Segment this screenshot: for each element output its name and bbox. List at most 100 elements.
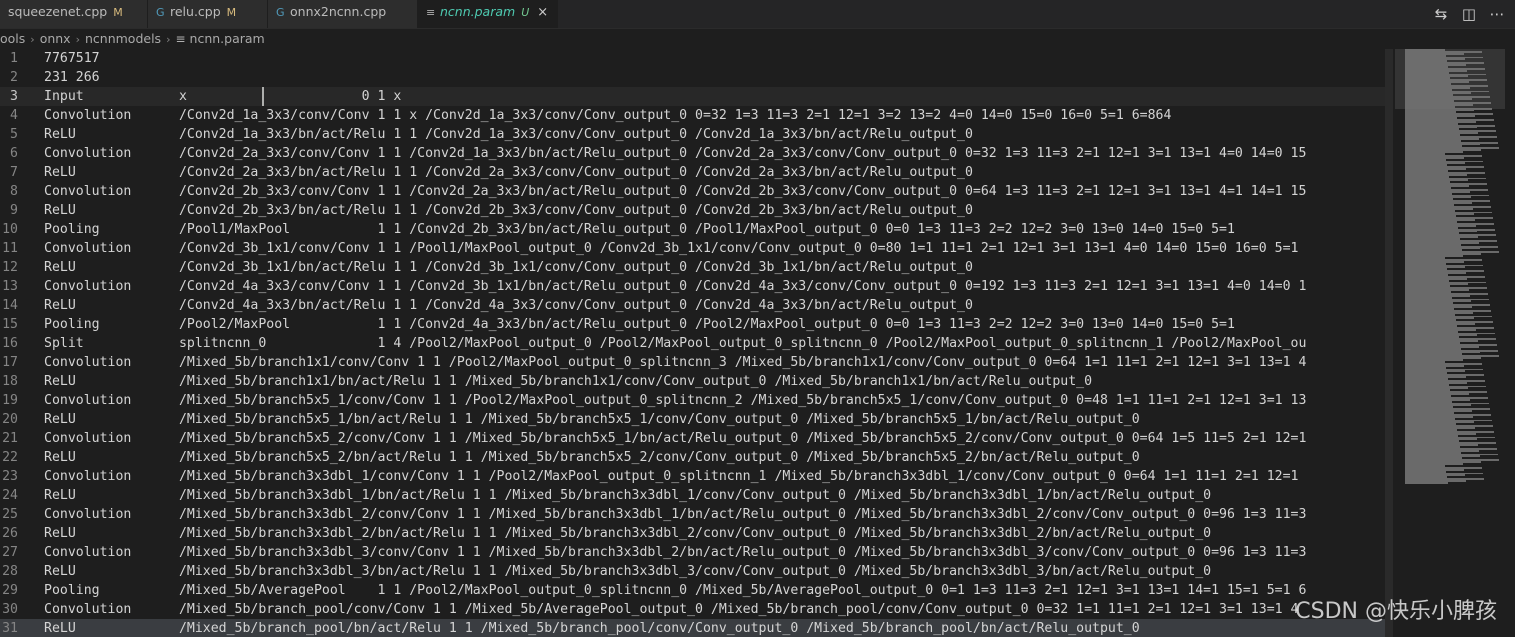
code-line[interactable]: 8 Convolution /Conv2d_2b_3x3/conv/Conv 1 … [0,182,1385,201]
line-text[interactable]: Convolution /Conv2d_3b_1x1/conv/Conv 1 1… [44,239,1298,258]
code-line[interactable]: 1 7767517 [0,49,1385,68]
code-line[interactable]: 22 ReLU /Mixed_5b/branch5x5_2/bn/act/Relu… [0,448,1385,467]
line-text[interactable]: ReLU /Mixed_5b/branch1x1/bn/act/Relu 1 1… [44,372,1092,391]
more-actions-icon[interactable]: ⋯ [1489,5,1505,23]
code-line[interactable]: 2 231 266 [0,68,1385,87]
code-line[interactable]: 18 ReLU /Mixed_5b/branch1x1/bn/act/Relu 1… [0,372,1385,391]
tab-bar: squeezenet.cpp M Grelu.cpp M Gonnx2ncnn.cp… [0,0,1515,29]
line-text[interactable]: Convolution /Mixed_5b/branch3x3dbl_1/con… [44,467,1298,486]
line-text[interactable]: Pooling /Mixed_5b/AveragePool 1 1 /Pool2… [44,581,1306,600]
line-text[interactable]: ReLU /Mixed_5b/branch5x5_1/bn/act/Relu 1… [44,410,1140,429]
line-text[interactable]: Split splitncnn_0 1 4 /Pool2/MaxPool_out… [44,334,1306,353]
line-number: 5 [10,127,18,142]
code-line[interactable]: 19 Convolution /Mixed_5b/branch5x5_1/conv… [0,391,1385,410]
code-line[interactable]: 28 ReLU /Mixed_5b/branch3x3dbl_3/bn/act/R… [0,562,1385,581]
line-text[interactable]: ReLU /Mixed_5b/branch5x5_2/bn/act/Relu 1… [44,448,1140,467]
line-text[interactable]: Convolution /Mixed_5b/branch3x3dbl_2/con… [44,505,1306,524]
line-number: 21 [2,431,18,446]
code-line[interactable]: 10 Pooling /Pool1/MaxPool 1 1 /Conv2d_2b_… [0,220,1385,239]
breadcrumb: ools › onnx › ncnnmodels › ≡ ncnn.param [0,29,1390,49]
code-line[interactable]: 23 Convolution /Mixed_5b/branch3x3dbl_1/c… [0,467,1385,486]
code-line[interactable]: 25 Convolution /Mixed_5b/branch3x3dbl_2/c… [0,505,1385,524]
line-text[interactable]: Convolution /Mixed_5b/branch_pool/conv/C… [44,600,1298,619]
file-lines-icon: ≡ [175,32,186,46]
line-number: 27 [2,545,18,560]
line-text[interactable]: ReLU /Conv2d_2b_3x3/bn/act/Relu 1 1 /Con… [44,201,973,220]
line-text[interactable]: 231 266 [44,68,100,87]
breadcrumb-item[interactable]: onnx [40,31,71,46]
line-number: 6 [10,146,18,161]
line-number: 13 [2,279,18,294]
line-text[interactable]: ReLU /Mixed_5b/branch3x3dbl_3/bn/act/Rel… [44,562,1211,581]
breadcrumb-item[interactable]: ncnn.param [190,31,265,46]
code-editor[interactable]: 1 7767517 2 231 266 3 Input x 0 1 x 4 Convoluti… [0,49,1385,637]
code-line[interactable]: 7 ReLU /Conv2d_2a_3x3/bn/act/Relu 1 1 /Co… [0,163,1385,182]
code-line[interactable]: 27 Convolution /Mixed_5b/branch3x3dbl_3/c… [0,543,1385,562]
code-line[interactable]: 6 Convolution /Conv2d_2a_3x3/conv/Conv 1 … [0,144,1385,163]
line-number: 15 [2,317,18,332]
tab-label: ncnn.param [440,4,516,19]
line-number: 2 [10,70,18,85]
line-text[interactable]: ReLU /Mixed_5b/branch3x3dbl_2/bn/act/Rel… [44,524,1211,543]
line-text[interactable]: ReLU /Conv2d_4a_3x3/bn/act/Relu 1 1 /Con… [44,296,973,315]
code-line[interactable]: 20 ReLU /Mixed_5b/branch5x5_1/bn/act/Relu… [0,410,1385,429]
split-editor-icon[interactable]: ◫ [1461,5,1477,23]
code-line[interactable]: 13 Convolution /Conv2d_4a_3x3/conv/Conv 1… [0,277,1385,296]
line-text[interactable]: ReLU /Mixed_5b/branch_pool/bn/act/Relu 1… [44,619,1140,637]
line-number: 24 [2,488,18,503]
line-text[interactable]: Convolution /Conv2d_1a_3x3/conv/Conv 1 1… [44,106,1171,125]
code-line[interactable]: 31 ReLU /Mixed_5b/branch_pool/bn/act/Relu… [0,619,1385,637]
code-line[interactable]: 17 Convolution /Mixed_5b/branch1x1/conv/C… [0,353,1385,372]
editor-actions: ⇆ ◫ ⋯ [1433,0,1515,28]
line-text[interactable]: Input x 0 1 x [44,87,401,106]
line-text[interactable]: ReLU /Conv2d_1a_3x3/bn/act/Relu 1 1 /Con… [44,125,973,144]
close-icon[interactable]: × [537,5,548,20]
line-text[interactable]: Convolution /Mixed_5b/branch1x1/conv/Con… [44,353,1306,372]
line-number: 4 [10,108,18,123]
line-text[interactable]: Convolution /Mixed_5b/branch5x5_1/conv/C… [44,391,1306,410]
tab-onnx2ncnn-cpp[interactable]: Gonnx2ncnn.cpp [268,0,418,28]
line-number: 28 [2,564,18,579]
code-line[interactable]: 26 ReLU /Mixed_5b/branch3x3dbl_2/bn/act/R… [0,524,1385,543]
code-line[interactable]: 5 ReLU /Conv2d_1a_3x3/bn/act/Relu 1 1 /Co… [0,125,1385,144]
line-number: 22 [2,450,18,465]
source-control-icon[interactable]: ⇆ [1433,5,1449,23]
tab-squeezenet-cpp[interactable]: squeezenet.cpp M [0,0,148,28]
minimap-slider[interactable] [1395,49,1505,109]
code-line[interactable]: 30 Convolution /Mixed_5b/branch_pool/conv… [0,600,1385,619]
tab-relu-cpp[interactable]: Grelu.cpp M [148,0,268,28]
line-number: 25 [2,507,18,522]
line-text[interactable]: Convolution /Conv2d_4a_3x3/conv/Conv 1 1… [44,277,1306,296]
chevron-right-icon: › [166,33,171,46]
line-text[interactable]: Convolution /Mixed_5b/branch5x5_2/conv/C… [44,429,1306,448]
code-line[interactable]: 9 ReLU /Conv2d_2b_3x3/bn/act/Relu 1 1 /Co… [0,201,1385,220]
file-lines-icon: ≡ [426,6,436,19]
minimap[interactable] [1395,49,1505,519]
untracked-badge: U [521,6,530,19]
code-line[interactable]: 21 Convolution /Mixed_5b/branch5x5_2/conv… [0,429,1385,448]
code-line[interactable]: 12 ReLU /Conv2d_3b_1x1/bn/act/Relu 1 1 /C… [0,258,1385,277]
line-text[interactable]: ReLU /Mixed_5b/branch3x3dbl_1/bn/act/Rel… [44,486,1211,505]
code-line[interactable]: 29 Pooling /Mixed_5b/AveragePool 1 1 /Poo… [0,581,1385,600]
line-text[interactable]: Convolution /Conv2d_2b_3x3/conv/Conv 1 1… [44,182,1306,201]
code-line[interactable]: 16 Split splitncnn_0 1 4 /Pool2/MaxPool_o… [0,334,1385,353]
line-text[interactable]: 7767517 [44,49,100,68]
code-line[interactable]: 15 Pooling /Pool2/MaxPool 1 1 /Conv2d_4a_… [0,315,1385,334]
line-text[interactable]: Convolution /Mixed_5b/branch3x3dbl_3/con… [44,543,1306,562]
tab-ncnn-param[interactable]: ≡ ncnn.param U × [418,0,558,28]
line-number: 14 [2,298,18,313]
line-text[interactable]: Pooling /Pool1/MaxPool 1 1 /Conv2d_2b_3x… [44,220,1235,239]
vertical-scrollbar[interactable] [1385,49,1393,637]
line-text[interactable]: ReLU /Conv2d_2a_3x3/bn/act/Relu 1 1 /Con… [44,163,973,182]
line-text[interactable]: Pooling /Pool2/MaxPool 1 1 /Conv2d_4a_3x… [44,315,1235,334]
code-line[interactable]: 11 Convolution /Conv2d_3b_1x1/conv/Conv 1… [0,239,1385,258]
breadcrumb-item[interactable]: ncnnmodels [85,31,161,46]
line-text[interactable]: Convolution /Conv2d_2a_3x3/conv/Conv 1 1… [44,144,1306,163]
code-line[interactable]: 24 ReLU /Mixed_5b/branch3x3dbl_1/bn/act/R… [0,486,1385,505]
chevron-right-icon: › [30,33,35,46]
code-line[interactable]: 4 Convolution /Conv2d_1a_3x3/conv/Conv 1 … [0,106,1385,125]
code-line[interactable]: 14 ReLU /Conv2d_4a_3x3/bn/act/Relu 1 1 /C… [0,296,1385,315]
line-text[interactable]: ReLU /Conv2d_3b_1x1/bn/act/Relu 1 1 /Con… [44,258,973,277]
breadcrumb-item[interactable]: ools [0,31,25,46]
code-line[interactable]: 3 Input x 0 1 x [0,87,1385,106]
